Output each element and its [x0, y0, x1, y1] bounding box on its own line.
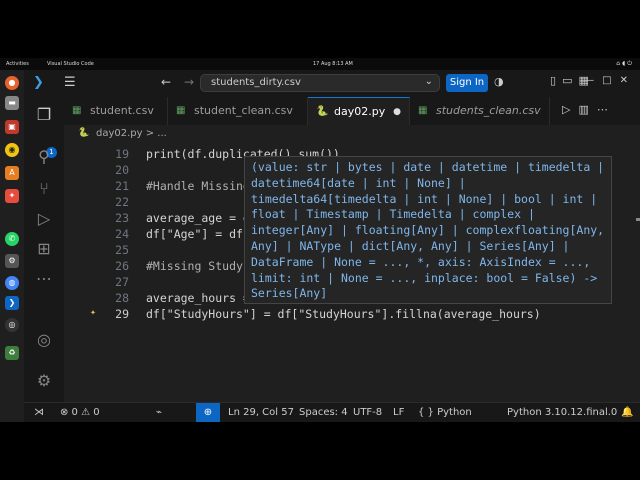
back-arrow-icon[interactable]: ← — [161, 75, 171, 89]
python-file-icon: 🐍 — [78, 128, 90, 138]
more-icon[interactable]: ⋯ — [34, 269, 54, 289]
language-mode[interactable]: { } Python — [418, 403, 472, 423]
gnome-top-bar: Activities Visual Studio Code 17 Aug 8:1… — [0, 58, 640, 70]
gear-icon[interactable]: ⚙ — [5, 254, 19, 268]
notifications-bell-icon[interactable]: 🔔 — [621, 403, 633, 423]
line-number: 26 — [115, 259, 129, 273]
command-center[interactable]: students_dirty.csv ⌄ — [200, 74, 440, 92]
tab-label: students_clean.csv — [436, 104, 541, 117]
code-line-current[interactable]: ✦ 29 df["StudyHours"] = df["StudyHours"].f… — [64, 306, 640, 322]
line-number: 21 — [115, 179, 129, 193]
obs-icon[interactable]: ◎ — [5, 318, 19, 332]
tab-label: student_clean.csv — [194, 104, 293, 117]
remote-icon[interactable]: ⋊ — [24, 403, 54, 422]
tab-students-clean-csv[interactable]: ▦ students_clean.csv — [410, 97, 550, 125]
maximize-icon[interactable]: □ — [602, 75, 619, 86]
software-icon[interactable]: A — [5, 166, 19, 180]
letterbox-bottom — [0, 422, 640, 480]
app-menu[interactable]: Visual Studio Code — [47, 61, 94, 67]
run-python-icon[interactable]: ▷ — [562, 103, 578, 116]
account-icon[interactable]: ◎ — [34, 330, 54, 350]
settings-icon[interactable]: ✦ — [5, 189, 19, 203]
manage-gear-icon[interactable]: ⚙ — [34, 371, 54, 391]
vscode-icon[interactable]: ❯ — [5, 296, 19, 310]
scrollbar-marker[interactable] — [636, 218, 640, 221]
trash-icon[interactable]: ♻ — [5, 346, 19, 360]
line-number: 19 — [115, 147, 129, 161]
copilot-icon[interactable]: ◑ — [494, 75, 504, 88]
snap-icon[interactable]: ▣ — [5, 120, 19, 134]
sign-in-button[interactable]: Sign In — [446, 74, 488, 92]
tab-actions[interactable]: ▷▥⋯ — [562, 103, 616, 116]
tab-label: day02.py — [334, 105, 386, 118]
command-center-text: students_dirty.csv — [211, 77, 301, 88]
activities-button[interactable]: Activities — [6, 61, 29, 67]
breadcrumb: 🐍 day02.py > ... — [64, 125, 640, 143]
system-tray[interactable]: ⌂◖⏻ — [616, 60, 634, 68]
minimize-icon[interactable]: — — [584, 75, 602, 86]
tab-label: student.csv — [90, 104, 154, 117]
search-icon[interactable]: ⚲ — [34, 147, 54, 167]
line-number: 28 — [115, 291, 129, 305]
clock[interactable]: 17 Aug 8:13 AM — [313, 61, 353, 67]
csv-file-icon: ▦ — [418, 105, 428, 116]
line-number: 22 — [115, 195, 129, 209]
tab-student-clean-csv[interactable]: ▦ student_clean.csv — [168, 97, 308, 125]
whatsapp-icon[interactable]: ✆ — [5, 232, 19, 246]
line-number: 24 — [115, 227, 129, 241]
line-number: 29 — [115, 307, 129, 321]
ports-icon[interactable]: ⌁ — [156, 403, 162, 423]
breadcrumb-file-label: day02.py — [96, 128, 143, 139]
indentation[interactable]: Spaces: 4 — [299, 403, 348, 423]
close-icon[interactable]: ✕ — [620, 75, 636, 86]
chrome-icon[interactable]: ◍ — [5, 276, 19, 290]
status-bar: ⋊ ⊗ 0 ⚠ 0 ⌁ ⊕ Ln 29, Col 57 Spaces: 4 UT… — [24, 402, 640, 422]
vscode-logo-icon: ❯ — [33, 75, 44, 90]
screen: Activities Visual Studio Code 17 Aug 8:1… — [0, 0, 640, 480]
hamburger-menu-icon[interactable]: ☰ — [64, 75, 76, 90]
explorer-icon[interactable]: ❐ — [34, 105, 54, 125]
csv-file-icon: ▦ — [72, 105, 82, 116]
line-number: 25 — [115, 243, 129, 257]
python-interpreter[interactable]: Python 3.10.12.final.0 — [507, 403, 617, 423]
extensions-icon[interactable]: ⊞ — [34, 239, 54, 259]
python-file-icon: 🐍 — [316, 106, 329, 117]
source-control-icon[interactable]: ⑂ — [34, 179, 54, 199]
rhythmbox-icon[interactable]: ◉ — [5, 143, 19, 157]
chevron-down-icon[interactable]: ⌄ — [425, 76, 433, 87]
line-number: 20 — [115, 163, 129, 177]
title-bar: ❯ ☰ ← → students_dirty.csv ⌄ Sign In ◑ ▯… — [24, 70, 640, 97]
firefox-icon[interactable]: ● — [5, 76, 19, 90]
line-number: 27 — [115, 275, 129, 289]
breadcrumb-file[interactable]: day02.py > ... — [96, 128, 167, 139]
tab-day02-py[interactable]: 🐍 day02.py ● — [308, 97, 410, 125]
problems-indicator[interactable]: ⊗ 0 ⚠ 0 — [60, 403, 100, 423]
editor-tabs: ▦ student.csv ▦ student_clean.csv 🐍 day0… — [64, 97, 640, 125]
tab-student-csv[interactable]: ▦ student.csv — [64, 97, 168, 125]
code-text: df["StudyHours"] = df["StudyHours"].fill… — [146, 307, 541, 321]
dock: ● ▬ ▣ ◉ A ✦ ✆ ⚙ ◍ ❯ ◎ ♻ ⣿ — [0, 70, 24, 480]
split-editor-icon[interactable]: ▥ — [578, 103, 596, 116]
vscode-window: ❯ ☰ ← → students_dirty.csv ⌄ Sign In ◑ ▯… — [24, 70, 640, 422]
unsaved-dot-icon[interactable]: ● — [393, 98, 401, 126]
zoom-icon[interactable]: ⊕ — [196, 403, 220, 422]
cursor-position[interactable]: Ln 29, Col 57 — [228, 403, 294, 423]
forward-arrow-icon[interactable]: → — [184, 75, 194, 89]
csv-file-icon: ▦ — [176, 105, 186, 116]
signature-hover-popup: (value: str | bytes | date | datetime | … — [244, 156, 612, 304]
run-debug-icon[interactable]: ▷ — [34, 209, 54, 229]
breadcrumb-separator: > ... — [145, 128, 167, 139]
activity-bar: ❐ 1 ⚲ ⑂ ▷ ⊞ ⋯ ◎ ⚙ — [24, 97, 64, 402]
end-of-line[interactable]: LF — [393, 403, 404, 423]
power-icon: ⏻ — [627, 60, 634, 67]
line-number: 23 — [115, 211, 129, 225]
encoding[interactable]: UTF-8 — [353, 403, 382, 423]
toggle-panel-icon[interactable]: ▭ — [562, 74, 578, 87]
toggle-sidebar-icon[interactable]: ▯ — [550, 74, 562, 87]
window-controls[interactable]: —□✕ — [584, 75, 636, 86]
more-actions-icon[interactable]: ⋯ — [597, 103, 616, 116]
files-icon[interactable]: ▬ — [5, 96, 19, 110]
